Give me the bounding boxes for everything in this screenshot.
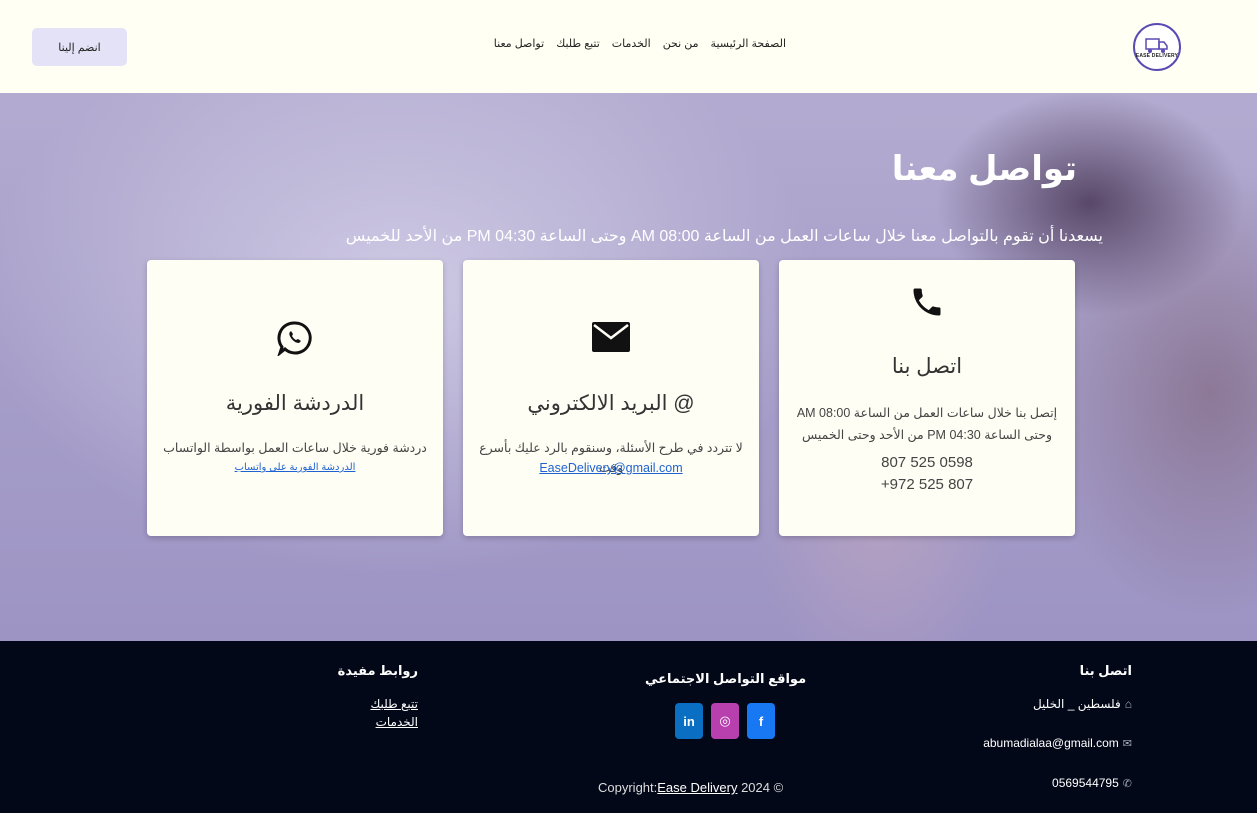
copyright-brand-link[interactable]: Ease Delivery: [657, 780, 737, 795]
page-title: تواصل معنا: [891, 150, 1077, 188]
footer-email-text: abumadialaa@gmail.com: [983, 736, 1119, 750]
nav-link-home[interactable]: الصفحة الرئيسية: [711, 37, 786, 57]
email-card: @ البريد الالكتروني لا تتردد في طرح الأس…: [463, 260, 759, 536]
nav-link-services[interactable]: الخدمات: [612, 37, 651, 57]
email-card-link-wrap: EaseDelivery@gmail.com: [473, 458, 749, 478]
footer-phone: ✆ 0569544795: [1052, 776, 1132, 790]
truck-icon: [1145, 38, 1168, 53]
nav-link-track-order[interactable]: تتبع طلبك: [556, 37, 600, 57]
footer-link-services[interactable]: الخدمات: [376, 715, 418, 729]
linkedin-icon[interactable]: in: [675, 703, 703, 739]
footer-address-text: فلسطين _ الخليل: [1032, 697, 1121, 711]
envelope-icon: ✉: [1122, 737, 1132, 750]
instagram-icon[interactable]: ◎: [711, 703, 739, 739]
footer-phone-text: 0569544795: [1052, 776, 1119, 790]
footer-links-heading: روابط مفيدة: [337, 663, 418, 678]
contact-hero: تواصل معنا يسعدنا أن تقوم بالتواصل معنا …: [0, 93, 1257, 641]
phone-icon: [779, 284, 1075, 320]
call-card: اتصل بنا إتصل بنا خلال ساعات العمل من ال…: [779, 260, 1075, 536]
phone-icon: ✆: [1122, 777, 1132, 790]
call-card-hours-line1: إتصل بنا خلال ساعات العمل من الساعة 08:0…: [796, 406, 1058, 420]
site-logo[interactable]: EASE DELIVERY: [1133, 23, 1181, 71]
call-card-phone-2: 807 525 972+: [880, 476, 974, 493]
copyright: Copyright:Ease Delivery 2024 ©: [598, 780, 783, 795]
facebook-icon[interactable]: f: [747, 703, 775, 739]
footer-contact-heading: اتصل بنا: [1079, 663, 1132, 678]
footer-address: ⌂ فلسطين _ الخليل: [1033, 697, 1132, 711]
copyright-prefix: Copyright:: [598, 780, 658, 795]
chat-card-title: الدردشة الفورية: [225, 392, 365, 415]
nav-link-contact[interactable]: تواصل معنا: [494, 37, 544, 57]
call-card-hours-line2: وحتى الساعة 04:30 PM من الأحد وحتى الخمي…: [801, 428, 1053, 442]
footer-email: ✉ abumadialaa@gmail.com: [983, 736, 1132, 750]
footer-link-track-order[interactable]: تتبع طلبك: [370, 697, 418, 711]
chat-card: الدردشة الفورية دردشة فورية خلال ساعات ا…: [147, 260, 443, 536]
footer-social-heading: مواقع التواصل الاجتماعي: [645, 671, 807, 686]
navbar: EASE DELIVERY الصفحة الرئيسية من نحن الخ…: [0, 0, 1257, 93]
email-link[interactable]: EaseDelivery@gmail.com: [539, 461, 682, 475]
chat-card-text: دردشة فورية خلال ساعات العمل بواسطة الوا…: [163, 441, 427, 455]
envelope-icon: [463, 322, 759, 352]
call-card-phone-1: 0598 525 807: [881, 454, 973, 471]
whatsapp-chat-link[interactable]: الدردشة الفورية على واتساب: [235, 462, 356, 473]
join-us-button[interactable]: انضم إلينا: [32, 28, 127, 66]
nav-link-about[interactable]: من نحن: [663, 37, 699, 57]
whatsapp-icon: [147, 320, 443, 356]
home-icon: ⌂: [1124, 697, 1132, 711]
hero-subtitle: يسعدنا أن تقوم بالتواصل معنا خلال ساعات …: [345, 228, 1103, 245]
nav-links: الصفحة الرئيسية من نحن الخدمات تتبع طلبك…: [470, 37, 786, 57]
chat-card-link-wrap: الدردشة الفورية على واتساب: [157, 458, 433, 478]
call-card-title: اتصل بنا: [891, 355, 963, 378]
copyright-suffix: 2024 ©: [737, 780, 784, 795]
logo-text: EASE DELIVERY: [1135, 53, 1179, 59]
footer: اتصل بنا ⌂ فلسطين _ الخليل ✉ abumadialaa…: [0, 641, 1257, 813]
email-card-title: @ البريد الالكتروني: [527, 392, 695, 415]
